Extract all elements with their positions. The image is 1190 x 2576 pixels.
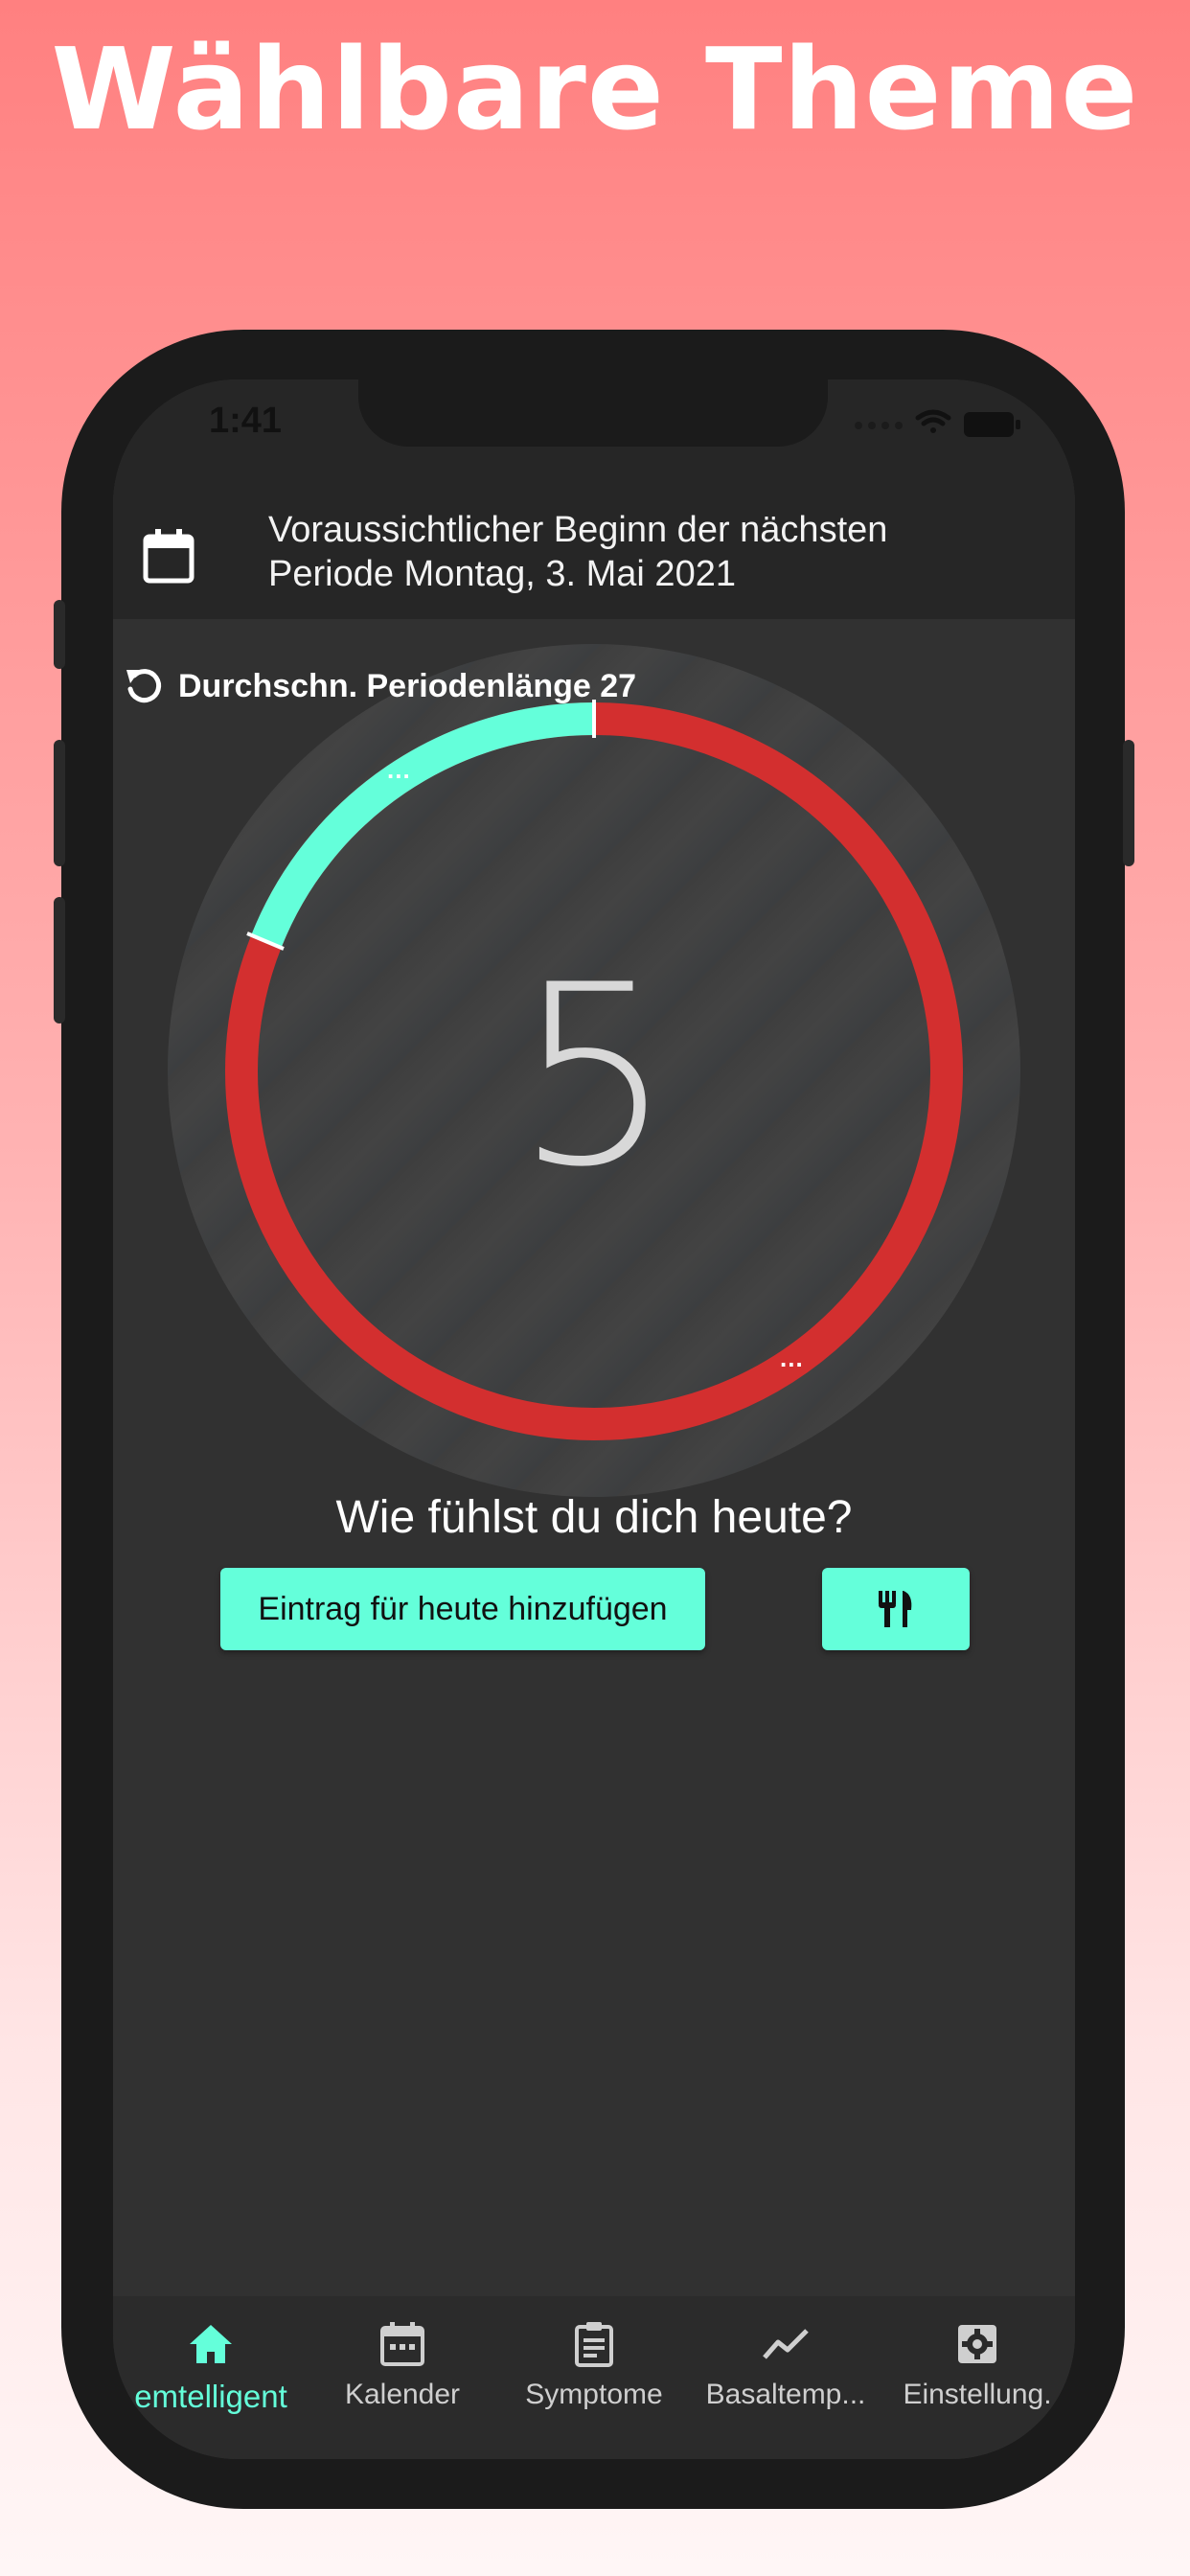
period-dots: ... (780, 1344, 804, 1372)
clipboard-icon (575, 2322, 613, 2367)
trend-icon (763, 2329, 809, 2359)
add-entry-button[interactable]: Eintrag für heute hinzufügen (220, 1568, 705, 1650)
reset-icon[interactable] (123, 664, 167, 708)
phone-volume-down (54, 897, 65, 1024)
diet-button[interactable] (822, 1568, 970, 1650)
nav-label-home: emtelligent (134, 2379, 287, 2414)
nav-label-basal-temp: Basaltemp... (705, 2379, 866, 2410)
nav-item-home[interactable]: emtelligent (113, 2319, 309, 2415)
app-screen: 1:41 Voraussichtlicher Beginn der nächst… (113, 380, 1075, 2459)
nav-label-symptoms: Symptome (525, 2379, 663, 2410)
home-icon (190, 2325, 232, 2363)
phone-volume-up (54, 740, 65, 866)
cycle-day-number: 5 (515, 932, 674, 1222)
phone-power-button (1123, 740, 1134, 866)
fertile-dots: ... (387, 755, 411, 784)
calendar-icon (380, 2322, 424, 2366)
bottom-navigation: emtelligent Kalender Symptome Basaltemp.… (113, 2296, 1075, 2459)
phone-mute-switch (54, 600, 65, 669)
avg-period-length[interactable]: Durchschn. Periodenlänge 27 (123, 657, 636, 715)
nav-item-basal-temp[interactable]: Basaltemp... (688, 2319, 883, 2411)
settings-icon (958, 2325, 996, 2363)
fertile-arc (251, 702, 595, 948)
fork-knife-icon (879, 1591, 912, 1627)
nav-label-settings: Einstellung. (903, 2379, 1052, 2410)
promo-headline: Wählbare Theme (51, 23, 1139, 155)
nav-item-symptoms[interactable]: Symptome (496, 2319, 692, 2411)
avg-period-label: Durchschn. Periodenlänge 27 (178, 667, 637, 704)
nav-label-calendar: Kalender (344, 2379, 461, 2410)
nav-item-settings[interactable]: Einstellung. (880, 2319, 1075, 2411)
nav-item-calendar[interactable]: Kalender (305, 2319, 500, 2411)
mood-question: Wie fühlst du dich heute? (335, 1492, 853, 1543)
